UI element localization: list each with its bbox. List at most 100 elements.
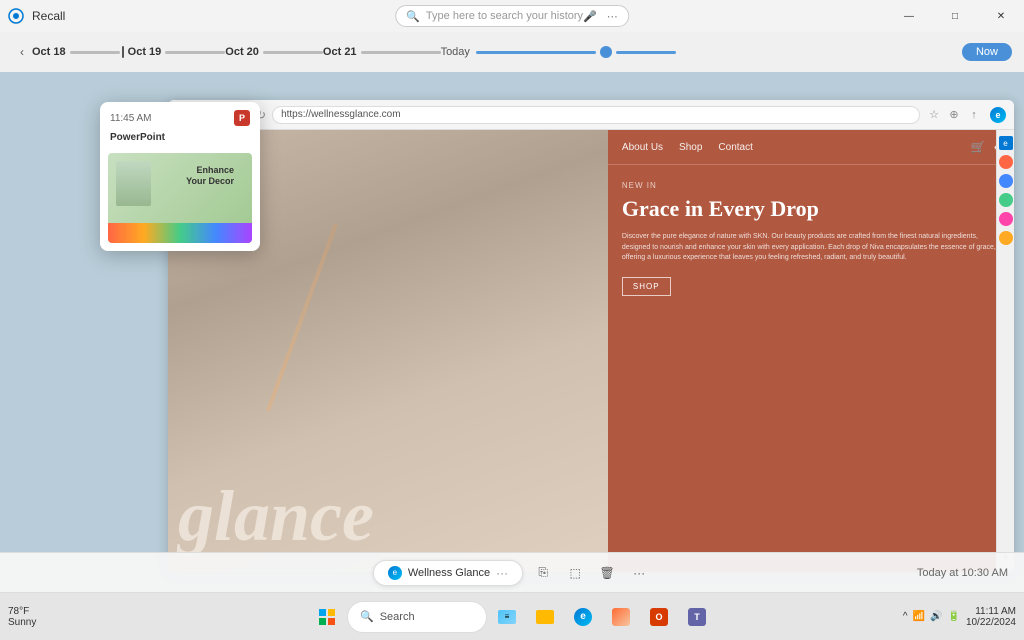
weather-condition: Sunny xyxy=(8,617,36,628)
site-main-content: NEW IN Grace in Every Drop Discover the … xyxy=(608,165,1014,572)
sidebar-icon-1[interactable] xyxy=(999,155,1013,169)
taskbar-office-button[interactable]: O xyxy=(641,599,677,635)
taskbar-weather[interactable]: 78°F Sunny xyxy=(8,606,36,628)
taskbar-search-box[interactable]: 🔍 Search xyxy=(347,601,487,633)
sidebar-icon-5[interactable] xyxy=(999,231,1013,245)
taskbar-center: 🔍 Search ≡ e O T xyxy=(309,599,715,635)
timeline-track: Oct 18 Oct 19 Oct 20 Oct 21 Today xyxy=(32,46,962,58)
history-search-box[interactable]: 🔍 Type here to search your history 🎤 ⋯ xyxy=(395,5,629,27)
site-body-text: Discover the pure elegance of nature wit… xyxy=(622,232,1000,264)
slide-image-placeholder xyxy=(116,161,151,206)
browser-share-icon[interactable]: ↑ xyxy=(966,109,982,121)
clock-date: 10/22/2024 xyxy=(966,617,1016,628)
site-new-in-label: NEW IN xyxy=(622,181,1000,190)
browser-url-text: https://wellnessglance.com xyxy=(281,109,401,120)
taskbar-photos-button[interactable] xyxy=(603,599,639,635)
start-menu-button[interactable] xyxy=(309,599,345,635)
taskbar-edge-button[interactable]: e xyxy=(565,599,601,635)
timeline-cursor xyxy=(122,46,124,58)
recall-logo-icon xyxy=(8,8,24,24)
screenshot-more-button[interactable]: ··· xyxy=(627,561,651,585)
taskbar-left: 78°F Sunny xyxy=(8,606,40,628)
timeline-segment-3 xyxy=(263,51,323,54)
sidebar-icon-3[interactable] xyxy=(999,193,1013,207)
taskbar-search-label: Search xyxy=(380,611,415,623)
teams-icon: T xyxy=(688,608,706,626)
more-options-icon[interactable]: ⋯ xyxy=(607,10,618,23)
network-icon[interactable]: 📶 xyxy=(913,611,925,622)
sidebar-icon-4[interactable] xyxy=(999,212,1013,226)
screenshot-delete-button[interactable]: 🗑 xyxy=(595,561,619,585)
popup-card[interactable]: 11:45 AM P PowerPoint Enhance Your Decor xyxy=(100,102,260,251)
site-nav-shop[interactable]: Shop xyxy=(679,142,702,153)
browser-sidebar: e + xyxy=(996,130,1014,572)
timeline-segment-today xyxy=(476,51,596,54)
timeline-bar: ‹ Oct 18 Oct 19 Oct 20 Oct 21 Today Now xyxy=(0,32,1024,72)
app-title: Recall xyxy=(32,9,65,23)
timeline-label-oct18: Oct 18 xyxy=(32,46,66,58)
site-shop-button[interactable]: SHOP xyxy=(622,277,671,296)
screenshot-save-button[interactable]: ⬚ xyxy=(563,561,587,585)
slide-text-area: Enhance Your Decor xyxy=(186,165,244,187)
taskbar-files-button[interactable] xyxy=(527,599,563,635)
taskbar-teams-button[interactable]: T xyxy=(679,599,715,635)
popup-app-name: PowerPoint xyxy=(100,132,260,149)
restore-button[interactable]: □ xyxy=(932,0,978,32)
popup-preview: Enhance Your Decor xyxy=(100,149,260,251)
screenshot-timestamp: Today at 10:30 AM xyxy=(917,567,1008,579)
search-icon: 🔍 xyxy=(406,10,420,23)
timeline-item-oct18[interactable]: Oct 18 xyxy=(32,46,70,58)
system-clock[interactable]: 11:11 AM 10/22/2024 xyxy=(966,606,1016,628)
edge-icon: e xyxy=(574,608,592,626)
timeline-segment-now xyxy=(616,51,676,54)
widgets-icon: ≡ xyxy=(498,610,516,624)
timeline-label-oct19: Oct 19 xyxy=(128,46,162,58)
screenshot-copy-button[interactable]: ⎘ xyxy=(531,561,555,585)
browser-url-bar[interactable]: https://wellnessglance.com xyxy=(272,106,920,124)
site-nav-about[interactable]: About Us xyxy=(622,142,663,153)
files-icon xyxy=(536,610,554,624)
taskbar: 78°F Sunny 🔍 Search ≡ e xyxy=(0,592,1024,640)
tray-expand-icon[interactable]: ^ xyxy=(903,611,908,622)
timeline-segment-2 xyxy=(165,51,225,54)
volume-icon[interactable]: 🔊 xyxy=(930,611,942,622)
timeline-label-oct21: Oct 21 xyxy=(323,46,357,58)
browser-action-icons: ☆ ⊕ ↑ e xyxy=(926,107,1006,123)
clock-time: 11:11 AM xyxy=(966,606,1016,617)
browser-star-icon[interactable]: ☆ xyxy=(926,108,942,121)
timeline-item-oct19[interactable]: Oct 19 xyxy=(128,46,166,58)
taskbar-widgets-button[interactable]: ≡ xyxy=(489,599,525,635)
timeline-item-oct21[interactable]: Oct 21 xyxy=(323,46,361,58)
timeline-label-oct20: Oct 20 xyxy=(225,46,259,58)
timeline-item-oct20[interactable]: Oct 20 xyxy=(225,46,263,58)
mic-icon[interactable]: 🎤 xyxy=(583,10,597,23)
screenshot-tab-label: Wellness Glance xyxy=(408,567,490,579)
timeline-segment-1 xyxy=(70,51,120,54)
slide-title-line2: Your Decor xyxy=(186,176,244,187)
system-tray: ^ 📶 🔊 🔋 xyxy=(903,611,960,622)
popup-preview-inner: Enhance Your Decor xyxy=(108,153,252,243)
edge-browser-icon: e xyxy=(990,107,1006,123)
powerpoint-app-icon: P xyxy=(234,110,250,126)
sidebar-edge-icon[interactable]: e xyxy=(999,136,1013,150)
screenshot-actions: ⎘ ⬚ 🗑 ··· xyxy=(531,561,651,585)
battery-icon[interactable]: 🔋 xyxy=(947,611,959,622)
minimize-button[interactable]: — xyxy=(886,0,932,32)
screenshot-tab-area: e Wellness Glance ··· ⎘ ⬚ 🗑 ··· xyxy=(373,560,651,586)
browser-pin-icon[interactable]: ⊕ xyxy=(946,108,962,121)
sidebar-icon-2[interactable] xyxy=(999,174,1013,188)
timeline-back-button[interactable]: ‹ xyxy=(12,42,32,62)
site-nav-contact[interactable]: Contact xyxy=(718,142,752,153)
main-content-area: ← → ↻ https://wellnessglance.com ☆ ⊕ ↑ e xyxy=(0,72,1024,592)
site-navigation: About Us Shop Contact 🛒 ♦ xyxy=(608,130,1014,165)
screenshot-tab-dots: ··· xyxy=(496,566,508,580)
screenshot-tab[interactable]: e Wellness Glance ··· xyxy=(373,560,523,586)
browser-titlebar: ← → ↻ https://wellnessglance.com ☆ ⊕ ↑ e xyxy=(168,100,1014,130)
site-headline: Grace in Every Drop xyxy=(622,196,1000,222)
screenshot-label-bar: e Wellness Glance ··· ⎘ ⬚ 🗑 ··· Today at… xyxy=(0,552,1024,592)
taskbar-right: ^ 📶 🔊 🔋 11:11 AM 10/22/2024 xyxy=(903,606,1016,628)
timeline-now-button[interactable]: Now xyxy=(962,43,1012,61)
close-button[interactable]: ✕ xyxy=(978,0,1024,32)
titlebar: Recall 🔍 Type here to search your histor… xyxy=(0,0,1024,32)
cart-icon[interactable]: 🛒 xyxy=(971,140,986,154)
